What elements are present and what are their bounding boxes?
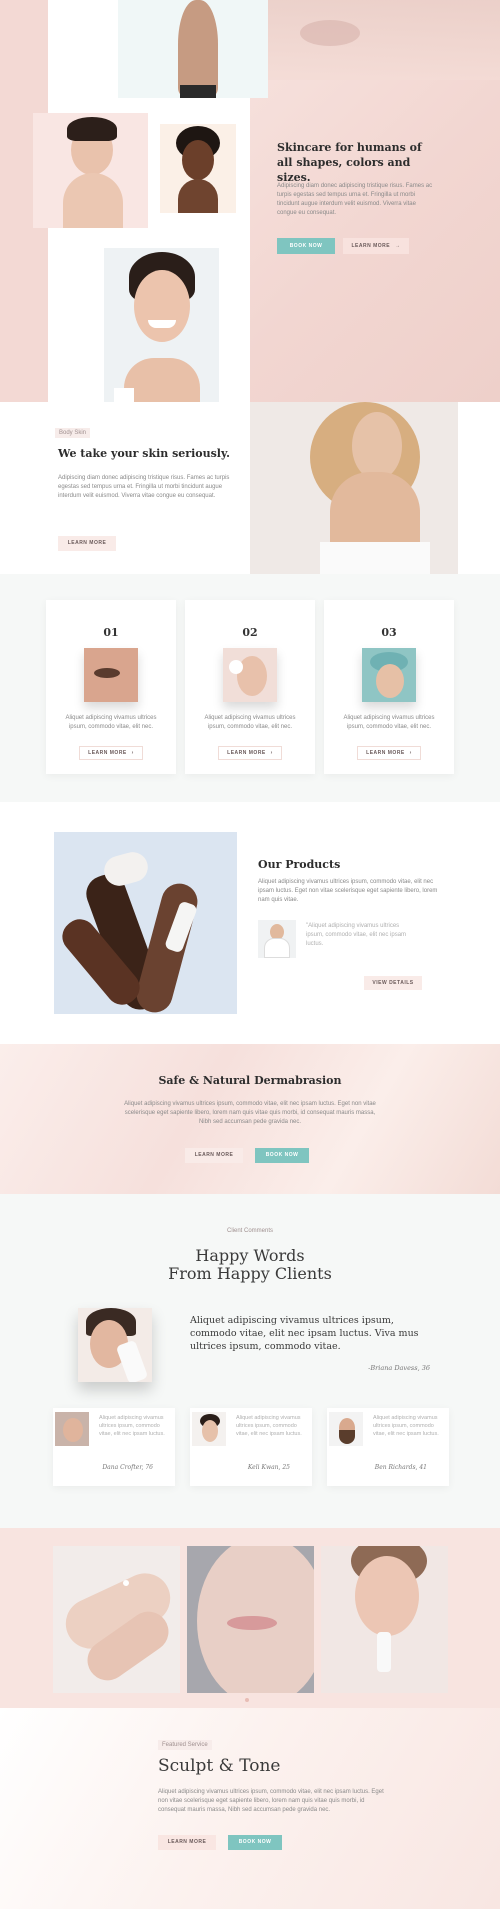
step-learn-label: LEARN MORE [227, 750, 266, 756]
dermabrasion-learn-button[interactable]: LEARN MORE [185, 1148, 243, 1163]
gallery-photo-hands [53, 1546, 180, 1693]
hero-text: Adipiscing diam donec adipiscing tristiq… [277, 183, 433, 216]
featured-client-photo [78, 1308, 152, 1382]
testimonials-section: Client Comments Happy Words From Happy C… [0, 1194, 500, 1528]
client-avatar [329, 1412, 363, 1446]
client-avatar [55, 1412, 89, 1446]
testimonials-title-line2: From Happy Clients [168, 1264, 332, 1283]
step-learn-button[interactable]: LEARN MORE › [218, 746, 282, 760]
body-skin-eyebrow: Body Skin [55, 428, 91, 438]
hero-learn-label: LEARN MORE [351, 243, 391, 249]
gallery-section [0, 1528, 500, 1708]
woman-neck-photo [250, 402, 458, 574]
featured-service-section: Featured Service Sculpt & Tone Aliquet a… [0, 1708, 500, 1909]
hero-section: Skincare for humans of all shapes, color… [0, 0, 500, 420]
testimonial-text: Aliquet adipiscing vivamus ultrices ipsu… [236, 1415, 302, 1437]
view-details-button[interactable]: VIEW DETAILS [364, 976, 422, 990]
testimonial-author: Keli Kwan, 25 [247, 1464, 290, 1471]
client-avatar [192, 1412, 226, 1446]
step-image-facial [362, 648, 416, 702]
body-skin-text: Adipiscing diam donec adipiscing tristiq… [58, 475, 230, 499]
step-learn-label: LEARN MORE [88, 750, 127, 756]
step-number: 02 [242, 626, 258, 639]
products-quote: "Aliquet adipiscing vivamus ultrices ips… [306, 923, 407, 947]
step-learn-button[interactable]: LEARN MORE › [357, 746, 421, 760]
step-text: Aliquet adipiscing vivamus ultrices ipsu… [65, 715, 157, 730]
testimonial-text: Aliquet adipiscing vivamus ultrices ipsu… [99, 1415, 165, 1437]
step-learn-label: LEARN MORE [366, 750, 405, 756]
back-photo [118, 0, 268, 98]
chevron-right-icon: › [409, 750, 412, 756]
featured-quote-author: -Briana Davess, 36 [368, 1364, 430, 1372]
step-number: 03 [381, 626, 397, 639]
dermabrasion-book-button[interactable]: BOOK NOW [255, 1148, 309, 1163]
products-section: Our Products Aliquet adipiscing vivamus … [0, 802, 500, 1044]
featured-quote: Aliquet adipiscing vivamus ultrices ipsu… [190, 1315, 419, 1352]
gallery-photo-lips [187, 1546, 314, 1693]
products-title: Our Products [258, 858, 341, 871]
dermabrasion-title: Safe & Natural Dermabrasion [158, 1074, 342, 1087]
doctor-thumbnail [258, 920, 296, 958]
hero-learn-button[interactable]: LEARN MORE → [343, 238, 409, 254]
step-card: 01 Aliquet adipiscing vivamus ultrices i… [46, 600, 176, 774]
featured-service-eyebrow: Featured Service [158, 1740, 212, 1750]
portrait-photo-smile [104, 248, 219, 420]
dermabrasion-text: Aliquet adipiscing vivamus ultrices ipsu… [124, 1101, 376, 1125]
products-photo [54, 832, 237, 1014]
eye-shape [300, 20, 360, 46]
featured-service-title: Sculpt & Tone [158, 1756, 281, 1776]
step-card: 03 Aliquet adipiscing vivamus ultrices i… [324, 600, 454, 774]
testimonial-card: Aliquet adipiscing vivamus ultrices ipsu… [190, 1408, 312, 1486]
step-image-cotton [223, 648, 277, 702]
body-skin-title: We take your skin seriously. [58, 447, 230, 460]
testimonials-title-line1: Happy Words [195, 1246, 305, 1265]
step-card: 02 Aliquet adipiscing vivamus ultrices i… [185, 600, 315, 774]
hero-book-button[interactable]: BOOK NOW [277, 238, 335, 254]
testimonial-text: Aliquet adipiscing vivamus ultrices ipsu… [373, 1415, 439, 1437]
featured-service-learn-button[interactable]: LEARN MORE [158, 1835, 216, 1850]
testimonial-card: Aliquet adipiscing vivamus ultrices ipsu… [53, 1408, 175, 1486]
featured-service-book-button[interactable]: BOOK NOW [228, 1835, 282, 1850]
testimonial-card: Aliquet adipiscing vivamus ultrices ipsu… [327, 1408, 449, 1486]
portrait-photo-black [160, 124, 236, 213]
testimonial-author: Ben Richards, 41 [374, 1464, 427, 1471]
featured-service-text: Aliquet adipiscing vivamus ultrices ipsu… [158, 1789, 384, 1813]
chevron-right-icon: › [270, 750, 273, 756]
testimonial-author: Dana Crofter, 76 [102, 1464, 153, 1471]
body-skin-learn-button[interactable]: LEARN MORE [58, 536, 116, 551]
chevron-right-icon: › [131, 750, 134, 756]
step-text: Aliquet adipiscing vivamus ultrices ipsu… [204, 715, 296, 730]
portrait-photo-asian [33, 113, 148, 228]
step-number: 01 [103, 626, 119, 639]
step-text: Aliquet adipiscing vivamus ultrices ipsu… [343, 715, 435, 730]
gallery-dot-indicator[interactable] [245, 1698, 249, 1702]
hero-title: Skincare for humans of all shapes, color… [277, 141, 422, 184]
steps-section: 01 Aliquet adipiscing vivamus ultrices i… [0, 574, 500, 802]
arrow-right-icon: → [395, 243, 401, 249]
hero-eye-image [255, 0, 500, 80]
step-learn-button[interactable]: LEARN MORE › [79, 746, 143, 760]
step-image-eye [84, 648, 138, 702]
dermabrasion-section: Safe & Natural Dermabrasion Aliquet adip… [0, 1044, 500, 1194]
body-skin-section: Body Skin We take your skin seriously. A… [0, 402, 500, 574]
gallery-photo-lipbalm [321, 1546, 448, 1693]
testimonials-eyebrow: Client Comments [226, 1228, 273, 1234]
products-text: Aliquet adipiscing vivamus ultrices ipsu… [258, 879, 438, 903]
